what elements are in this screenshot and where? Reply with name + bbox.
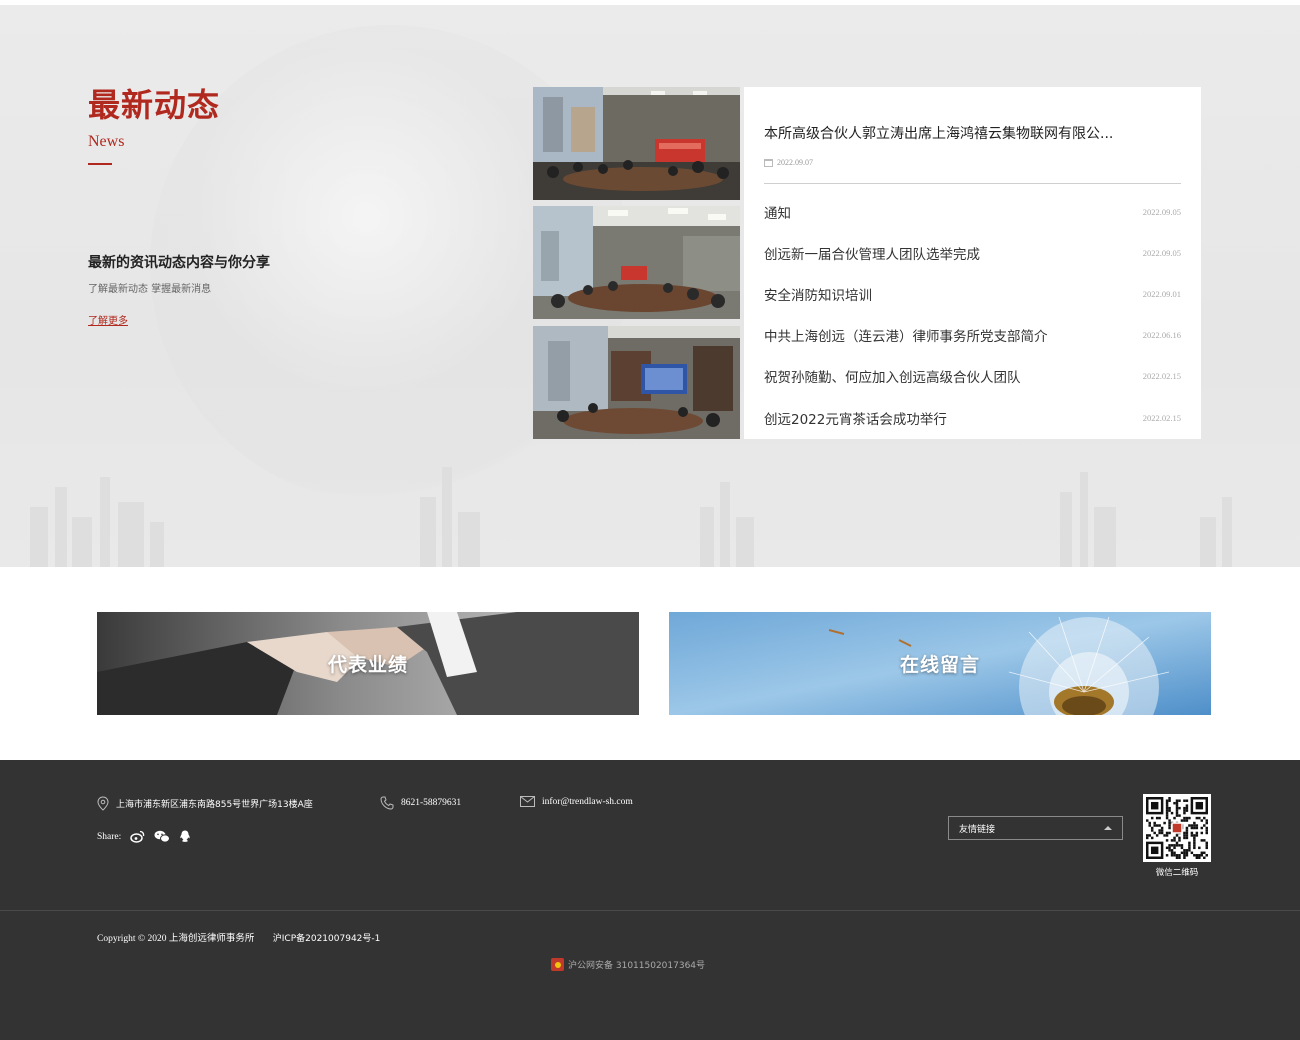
police-badge-icon: [551, 958, 564, 971]
copyright-line: Copyright © 2020 上海创远律师事务所 沪ICP备20210079…: [97, 930, 380, 944]
contact-phone: 8621-58879631: [380, 796, 461, 810]
friend-links-label: 友情链接: [959, 824, 996, 835]
featured-news-date: 2022.09.07: [764, 158, 813, 167]
footer: 上海市浦东新区浦东南路855号世界广场13楼A座 8621-58879631 i…: [0, 760, 1300, 1040]
news-list: 通知 2022.09.05 创远新一届合伙管理人团队选举完成 2022.09.0…: [764, 191, 1181, 438]
wechat-qr: 微信二维码: [1143, 794, 1211, 878]
police-record-text: 沪公网安备 31011502017364号: [568, 961, 706, 971]
news-item[interactable]: 祝贺孙随勤、何应加入创远高级合伙人团队 2022.02.15: [764, 356, 1181, 397]
learn-more-link[interactable]: 了解更多: [88, 312, 128, 327]
news-item[interactable]: 创远2022元宵茶话会成功举行 2022.02.15: [764, 397, 1181, 438]
icp-link[interactable]: 沪ICP备2021007942号-1: [273, 934, 381, 944]
news-header: 最新动态 News: [88, 85, 388, 165]
featured-news-title[interactable]: 本所高级合伙人郭立涛出席上海鸿禧云集物联网有限公...: [764, 123, 1184, 143]
location-pin-icon: [97, 796, 109, 811]
share-label: Share:: [97, 831, 122, 842]
calendar-icon: [764, 158, 773, 167]
news-item-title: 创远2022元宵茶话会成功举行: [764, 411, 947, 428]
qq-icon[interactable]: [179, 830, 191, 843]
caret-up-icon: [1104, 826, 1112, 830]
banners-section: 代表业绩 在线留言: [0, 567, 1300, 760]
news-item-title: 祝贺孙随勤、何应加入创远高级合伙人团队: [764, 370, 1021, 387]
news-item[interactable]: 通知 2022.09.05: [764, 191, 1181, 232]
title-underline: [88, 163, 112, 165]
news-item-date: 2022.09.05: [1142, 206, 1181, 217]
email-text: infor@trendlaw-sh.com: [542, 796, 633, 807]
news-item[interactable]: 中共上海创远（连云港）律师事务所党支部简介 2022.06.16: [764, 315, 1181, 356]
news-item-date: 2022.02.15: [1142, 412, 1181, 423]
news-slogan: 最新的资讯动态内容与你分享: [88, 255, 270, 271]
news-title: 最新动态: [88, 86, 221, 124]
share-bar: Share:: [97, 830, 191, 843]
weibo-icon[interactable]: [130, 830, 145, 843]
cases-banner[interactable]: 代表业绩: [97, 612, 639, 715]
news-card: 本所高级合伙人郭立涛出席上海鸿禧云集物联网有限公... 2022.09.07 通…: [744, 87, 1201, 439]
news-item-title: 通知: [764, 205, 791, 222]
footer-divider: [0, 910, 1300, 911]
news-photo-3[interactable]: [533, 326, 740, 439]
news-description: 了解最新动态 掌握最新消息: [88, 284, 212, 295]
news-item-title: 中共上海创远（连云港）律师事务所党支部简介: [764, 329, 1048, 346]
featured-news-date-text: 2022.09.07: [777, 158, 813, 167]
address-text: 上海市浦东新区浦东南路855号世界广场13楼A座: [116, 800, 313, 810]
phone-icon: [380, 796, 394, 810]
qr-code-icon: [1143, 794, 1211, 862]
message-banner[interactable]: 在线留言: [669, 612, 1211, 715]
friend-links-dropdown[interactable]: 友情链接: [948, 816, 1123, 840]
news-item-date: 2022.02.15: [1142, 371, 1181, 382]
news-photos: [533, 87, 740, 439]
cases-banner-label: 代表业绩: [327, 654, 408, 676]
news-item[interactable]: 安全消防知识培训 2022.09.01: [764, 273, 1181, 314]
contact-address: 上海市浦东新区浦东南路855号世界广场13楼A座: [97, 796, 313, 811]
skyline-background: [30, 467, 1232, 567]
phone-text: 8621-58879631: [401, 798, 462, 808]
company-name: 上海创远律师事务所: [168, 933, 255, 944]
contact-email: infor@trendlaw-sh.com: [520, 796, 633, 807]
police-record[interactable]: 沪公网安备 31011502017364号: [551, 958, 705, 971]
divider: [764, 183, 1181, 184]
qr-caption: 微信二维码: [1155, 868, 1199, 878]
news-item-date: 2022.09.05: [1142, 247, 1181, 258]
news-item-title: 安全消防知识培训: [764, 287, 872, 304]
news-item[interactable]: 创远新一届合伙管理人团队选举完成 2022.09.05: [764, 232, 1181, 273]
news-item-title: 创远新一届合伙管理人团队选举完成: [764, 246, 980, 263]
news-subtitle: News: [88, 133, 125, 150]
news-photo-1[interactable]: [533, 87, 740, 200]
copyright-text: Copyright © 2020: [97, 934, 167, 944]
news-item-date: 2022.06.16: [1142, 330, 1181, 341]
message-banner-label: 在线留言: [899, 654, 980, 676]
news-section: 最新动态 News 最新的资讯动态内容与你分享 了解最新动态 掌握最新消息 了解…: [0, 5, 1300, 567]
wechat-icon[interactable]: [154, 830, 171, 843]
envelope-icon: [520, 796, 535, 807]
news-item-date: 2022.09.01: [1142, 288, 1181, 299]
news-photo-2[interactable]: [533, 206, 740, 319]
